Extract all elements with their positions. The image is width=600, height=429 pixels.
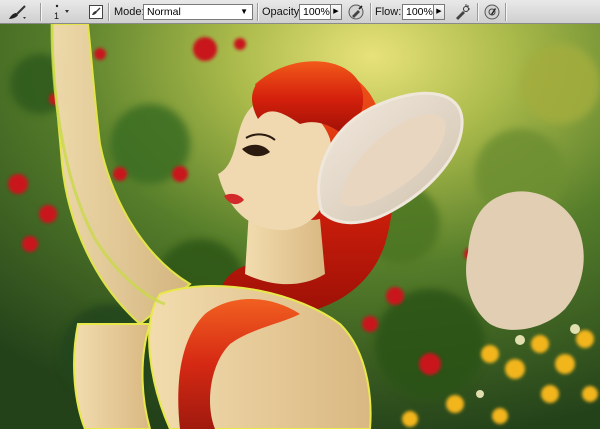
brush-preset-picker[interactable] <box>47 0 83 24</box>
toolbar-separator <box>370 3 372 21</box>
mode-select-value: Normal <box>147 6 181 18</box>
toolbar-separator <box>477 3 479 21</box>
tablet-pressure-opacity-icon <box>348 4 364 20</box>
airbrush-icon <box>456 4 470 20</box>
brush-tool-preset[interactable] <box>4 2 30 22</box>
opacity-input-value: 100% <box>303 6 330 18</box>
flow-label: Flow: <box>375 6 402 18</box>
triangle-right-icon: ▶ <box>333 8 339 15</box>
chevron-down-icon: ▼ <box>240 7 248 16</box>
document-canvas[interactable] <box>0 24 600 429</box>
options-bar: 1 Mode: Normal ▼ Opacity: 100% ▶ Flow: 1… <box>0 0 600 24</box>
flow-slider-button[interactable]: ▶ <box>433 4 445 20</box>
mode-select[interactable]: Normal ▼ <box>143 4 253 20</box>
toolbar-separator <box>257 3 259 21</box>
brush-panel-toggle[interactable] <box>86 2 106 22</box>
toolbar-separator <box>108 3 110 21</box>
opacity-slider-button[interactable]: ▶ <box>330 4 342 20</box>
flow-input[interactable]: 100% <box>402 4 434 20</box>
artwork-image <box>0 24 600 429</box>
brush-panel-toggle-icon <box>89 5 103 19</box>
mode-label: Mode: <box>114 6 145 18</box>
flow-input-value: 100% <box>406 6 433 18</box>
tablet-pressure-size-icon <box>484 4 500 20</box>
toolbar-separator <box>505 3 507 21</box>
opacity-input[interactable]: 100% <box>299 4 331 20</box>
airbrush-button[interactable] <box>452 2 472 22</box>
brush-icon <box>9 5 26 19</box>
brush-size-value: 1 <box>54 11 60 21</box>
triangle-right-icon: ▶ <box>436 8 442 15</box>
opacity-label: Opacity: <box>262 6 303 18</box>
tablet-pressure-opacity-button[interactable] <box>346 2 366 22</box>
tablet-pressure-size-button[interactable] <box>482 2 502 22</box>
toolbar-separator <box>40 3 42 21</box>
